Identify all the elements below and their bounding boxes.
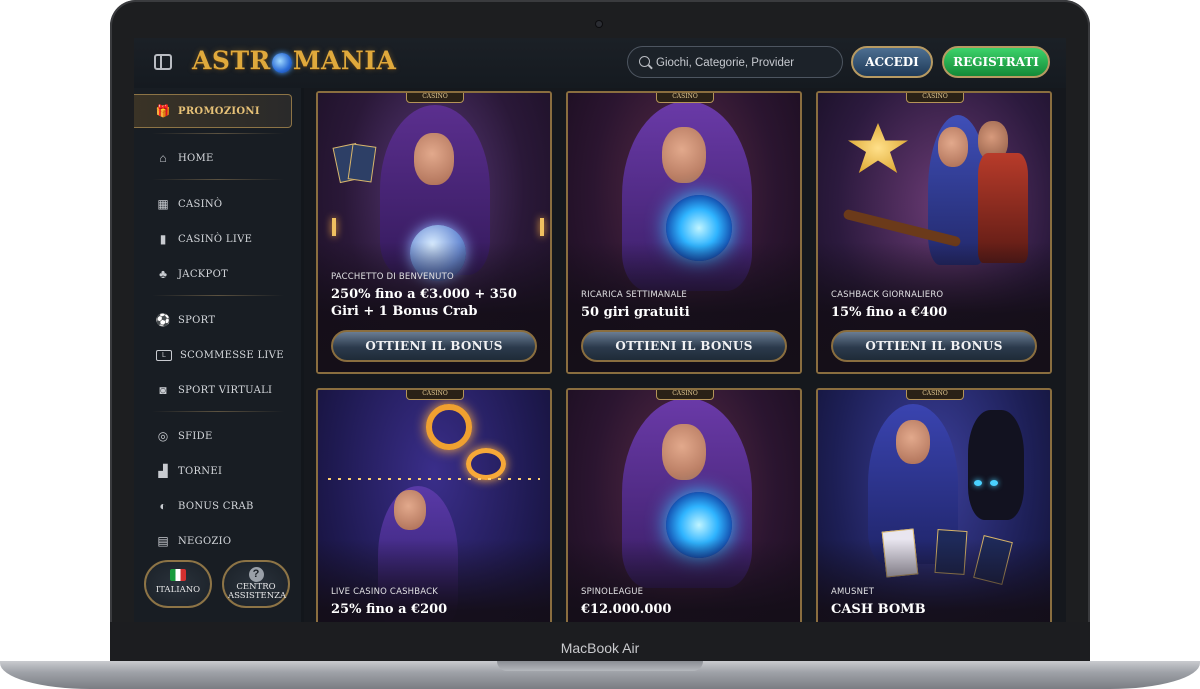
search-box[interactable] <box>627 46 843 78</box>
sidebar-item-label: TORNEI <box>178 465 223 477</box>
promo-card[interactable]: CASINO AMUSNET CASH BOMB <box>816 388 1052 622</box>
camera-icon <box>596 21 602 27</box>
divider <box>152 133 284 134</box>
sidebar-item-label: CASINÒ <box>178 198 223 210</box>
promo-title: €12.000.000 <box>581 602 672 617</box>
promo-title: 15% fino a €400 <box>831 305 948 320</box>
promo-subtitle: SPINOLEAGUE <box>581 587 644 597</box>
promo-title: CASH BOMB <box>831 602 926 617</box>
sidebar-item-promozioni[interactable]: 🎁 PROMOZIONI <box>134 94 292 128</box>
clover-icon: ♣ <box>159 267 167 281</box>
home-icon: ⌂ <box>159 151 167 165</box>
sidebar-item-jackpot[interactable]: ♣ JACKPOT <box>156 264 228 284</box>
target-icon: ◎ <box>157 429 169 443</box>
promo-title: 50 giri gratuiti <box>581 305 690 320</box>
divider <box>152 295 284 296</box>
gift-icon: 🎁 <box>155 104 171 118</box>
sidebar-item-label: SPORT VIRTUALI <box>178 384 273 396</box>
logo-orb-icon <box>271 52 292 73</box>
question-icon: ? <box>248 567 264 582</box>
virtual-sport-icon: ◙ <box>159 383 167 397</box>
sidebar-item-sport[interactable]: ⚽ SPORT <box>156 310 215 330</box>
language-label: ITALIANO <box>155 585 201 595</box>
divider <box>152 411 284 412</box>
soccer-ball-icon: ⚽ <box>155 313 171 327</box>
sidebar-item-label: SPORT <box>178 314 216 326</box>
device-label: MacBook Air <box>560 640 640 656</box>
promo-card[interactable]: CASINO PACCHETTO DI BENVENUTO 250% fino … <box>316 91 552 374</box>
sidebar-item-home[interactable]: ⌂ HOME <box>156 148 214 168</box>
site-logo[interactable]: ASTR MANIA <box>192 46 396 80</box>
search-icon <box>639 56 650 67</box>
sidebar-item-label: CASINÒ LIVE <box>178 233 253 245</box>
claw-icon: ◐ <box>159 499 167 513</box>
casino-badge: CASINO <box>906 93 964 103</box>
casino-badge: CASINO <box>656 93 714 103</box>
promo-card[interactable]: CASINO RICARICA SETTIMANALE 50 giri grat… <box>566 91 802 374</box>
sidebar-toggle-icon[interactable] <box>154 54 172 70</box>
sidebar-item-scommesse-live[interactable]: L SCOMMESSE LIVE <box>156 345 284 365</box>
sidebar-item-tornei[interactable]: ▟ TORNEI <box>156 461 222 481</box>
shop-icon: ▤ <box>157 534 169 548</box>
language-button[interactable]: ITALIANO <box>144 560 212 608</box>
sidebar-item-label: PROMOZIONI <box>178 105 260 117</box>
sidebar-scrollbar[interactable] <box>301 88 304 622</box>
sidebar-item-label: SCOMMESSE LIVE <box>180 349 284 361</box>
casino-badge: CASINO <box>406 390 464 400</box>
sidebar-item-sfide[interactable]: ◎ SFIDE <box>156 426 213 446</box>
divider <box>152 179 284 180</box>
promo-subtitle: CASHBACK GIORNALIERO <box>831 290 944 300</box>
casino-badge: CASINO <box>406 93 464 103</box>
promo-subtitle: RICARICA SETTIMANALE <box>581 290 687 300</box>
help-label: CENTRO ASSISTENZA <box>228 582 287 601</box>
promo-subtitle: LIVE CASINO CASHBACK <box>331 587 439 597</box>
slot-machine-icon: ▦ <box>157 197 169 211</box>
casino-badge: CASINO <box>656 390 714 400</box>
promo-title: 25% fino a €200 <box>331 602 448 617</box>
get-bonus-button[interactable]: OTTIENI IL BONUS <box>581 330 787 362</box>
sidebar-item-negozio[interactable]: ▤ NEGOZIO <box>156 531 231 551</box>
promo-card[interactable]: CASINO SPINOLEAGUE €12.000.000 <box>566 388 802 622</box>
login-button[interactable]: ACCEDI <box>851 46 933 78</box>
get-bonus-button[interactable]: OTTIENI IL BONUS <box>331 330 537 362</box>
register-button[interactable]: REGISTRATI <box>942 46 1050 78</box>
italian-flag-icon <box>170 569 186 581</box>
playing-card-icon: ▮ <box>159 232 167 246</box>
live-icon: L <box>156 349 172 361</box>
get-bonus-button[interactable]: OTTIENI IL BONUS <box>831 330 1037 362</box>
search-input[interactable] <box>654 47 838 78</box>
sidebar-item-casino[interactable]: ▦ CASINÒ <box>156 194 222 214</box>
sidebar-item-label: NEGOZIO <box>178 535 232 547</box>
promo-title: 250% fino a €3.000 + 350 Giri + 1 Bonus … <box>331 287 517 319</box>
sidebar-item-label: BONUS CRAB <box>178 500 254 512</box>
sidebar-item-label: JACKPOT <box>178 268 229 280</box>
promo-subtitle: PACCHETTO DI BENVENUTO <box>331 272 454 282</box>
sidebar-item-label: SFIDE <box>178 430 213 442</box>
sidebar-item-sport-virtuali[interactable]: ◙ SPORT VIRTUALI <box>156 380 272 400</box>
sidebar-item-label: HOME <box>178 152 214 164</box>
browser-screen: ASTRMANIA ACCEDI REGISTRATI 🎁 PROMOZIONI… <box>134 38 1066 622</box>
promo-subtitle: AMUSNET <box>831 587 875 597</box>
casino-badge: CASINO <box>906 390 964 400</box>
podium-icon: ▟ <box>158 464 168 478</box>
sidebar-item-bonus-crab[interactable]: ◐ BONUS CRAB <box>156 496 254 516</box>
top-bar: ASTRMANIA ACCEDI REGISTRATI <box>134 38 1066 88</box>
promo-card[interactable]: CASINO CASHBACK GIORNALIERO 15% fino a €… <box>816 91 1052 374</box>
help-center-button[interactable]: ? CENTRO ASSISTENZA <box>222 560 290 608</box>
promo-card[interactable]: CASINO LIVE CASINO CASHBACK 25% fino a €… <box>316 388 552 622</box>
laptop-notch <box>497 661 703 671</box>
sidebar-item-casino-live[interactable]: ▮ CASINÒ LIVE <box>156 229 252 249</box>
sidebar: 🎁 PROMOZIONI ⌂ HOME ▦ CASINÒ ▮ CASINÒ LI… <box>134 88 304 622</box>
